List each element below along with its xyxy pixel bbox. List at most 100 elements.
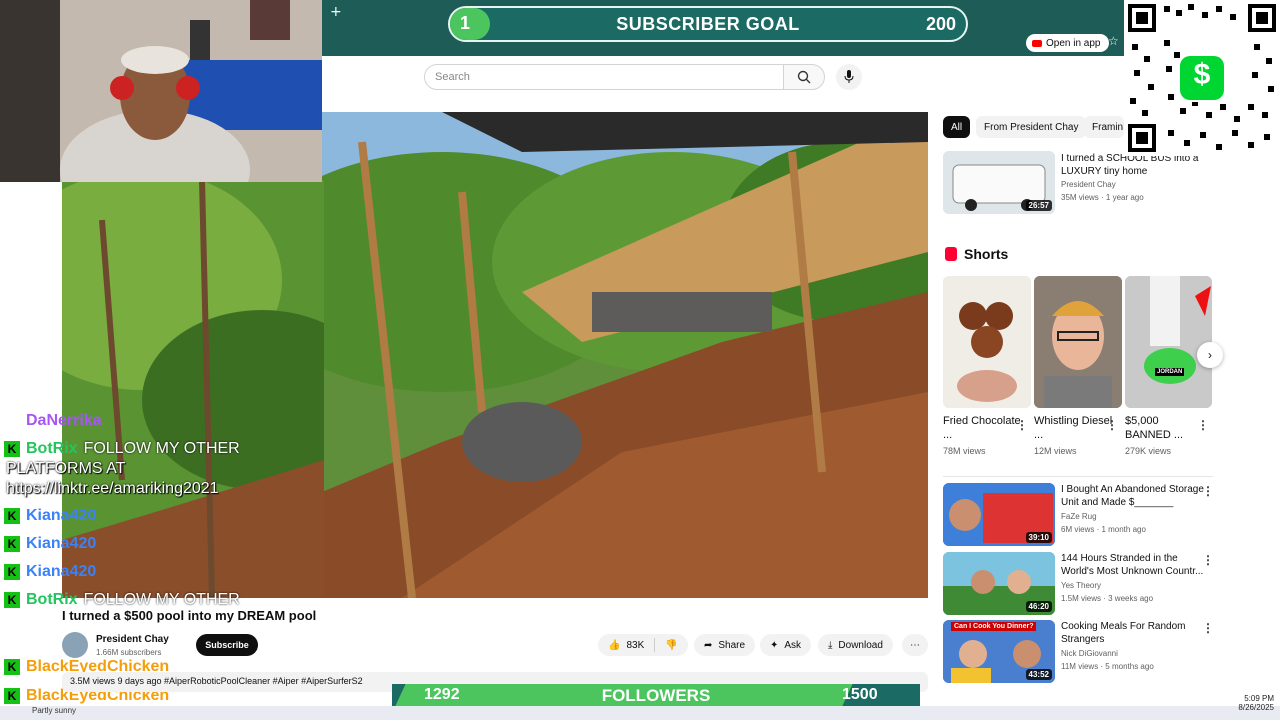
clock-date: 8/26/2025 bbox=[1238, 703, 1274, 712]
more-vert-icon[interactable]: ⋮ bbox=[1202, 484, 1214, 498]
shorts-next-button[interactable]: › bbox=[1197, 342, 1223, 368]
download-label: Download bbox=[838, 639, 883, 651]
download-button[interactable]: ⤓ Download bbox=[818, 634, 893, 656]
more-vert-icon[interactable]: ⋮ bbox=[1202, 621, 1214, 635]
short-title[interactable]: $5,000 BANNED ... bbox=[1125, 414, 1205, 442]
open-in-app-button[interactable]: Open in app bbox=[1026, 34, 1109, 52]
chat-message: K Kiana420 bbox=[4, 535, 96, 553]
chip-all[interactable]: All bbox=[943, 116, 971, 138]
search-button[interactable] bbox=[783, 64, 825, 90]
video-thumbnail[interactable]: 39:10 bbox=[943, 483, 1055, 546]
platform-badge-icon: K bbox=[4, 536, 20, 552]
chat-message: K BotRix FOLLOW MY OTHER bbox=[4, 440, 240, 458]
chat-message: KDaNerrika bbox=[4, 412, 102, 430]
jordan-badge: JORDAN bbox=[1155, 368, 1185, 376]
screen: + SUBSCRIBER GOAL 1 200 Open in app ☆ Se… bbox=[0, 0, 1280, 720]
followers-goal-current: 1292 bbox=[424, 686, 460, 703]
video-duration: 46:20 bbox=[1025, 601, 1052, 612]
video-player[interactable] bbox=[322, 112, 928, 598]
subscriber-goal-label: SUBSCRIBER GOAL bbox=[616, 14, 800, 34]
video-channel[interactable]: Yes Theory bbox=[1061, 581, 1101, 590]
chat-message: K BotRix FOLLOW MY OTHER bbox=[4, 591, 240, 609]
more-vert-icon[interactable]: ⋮ bbox=[1197, 418, 1209, 432]
thumbs-up-icon: 👍 bbox=[608, 639, 621, 651]
thumbs-down-icon[interactable]: 👎 bbox=[665, 640, 677, 651]
short-thumbnail[interactable] bbox=[1034, 276, 1122, 408]
chat-link[interactable]: https://linktr.ee/amariking2021 bbox=[6, 480, 219, 498]
chip-from-channel[interactable]: From President Chay bbox=[976, 116, 1087, 138]
short-thumbnail[interactable] bbox=[943, 276, 1031, 408]
cashapp-qr-code: $ bbox=[1124, 0, 1280, 156]
voice-search-button[interactable] bbox=[836, 64, 862, 90]
chat-username: Kiana420 bbox=[26, 535, 97, 552]
subscriber-count: 1.66M subscribers bbox=[96, 648, 162, 657]
download-icon: ⤓ bbox=[828, 639, 833, 651]
thumbnail-caption: Can I Cook You Dinner? bbox=[951, 622, 1037, 631]
followers-goal-target: 1500 bbox=[842, 686, 878, 703]
video-frame bbox=[322, 112, 928, 598]
streamer-webcam bbox=[0, 0, 322, 182]
youtube-icon bbox=[1032, 39, 1042, 47]
video-title-link[interactable]: I Bought An Abandoned Storage Unit and M… bbox=[1061, 483, 1209, 509]
weather-widget[interactable]: Partly sunny bbox=[32, 706, 76, 715]
video-title-link[interactable]: Cooking Meals For Random Strangers bbox=[1061, 620, 1209, 646]
short-thumbnail[interactable]: JORDAN bbox=[1125, 276, 1212, 408]
new-tab-icon[interactable]: + bbox=[330, 4, 342, 20]
share-label: Share bbox=[718, 639, 746, 651]
sneaker-short-image bbox=[1125, 276, 1212, 408]
sparkle-icon: ✦ bbox=[770, 639, 779, 651]
like-count: 83K bbox=[626, 639, 645, 651]
divider bbox=[654, 638, 656, 652]
short-views: 279K views bbox=[1125, 446, 1172, 456]
chat-username: DaNerrika bbox=[26, 412, 102, 429]
open-in-app-label: Open in app bbox=[1046, 37, 1101, 49]
mugshot-short-image bbox=[1034, 276, 1122, 408]
short-title[interactable]: Whistling Diesel ... bbox=[1034, 414, 1114, 442]
video-channel[interactable]: FaZe Rug bbox=[1061, 512, 1097, 521]
video-channel[interactable]: Nick DiGiovanni bbox=[1061, 649, 1118, 658]
more-vert-icon[interactable]: ⋮ bbox=[1106, 418, 1118, 432]
taskbar-clock[interactable]: 5:09 PM 8/26/2025 bbox=[1228, 694, 1274, 712]
ask-button[interactable]: ✦ Ask bbox=[760, 634, 812, 656]
video-channel[interactable]: President Chay bbox=[1061, 180, 1116, 189]
share-button[interactable]: ➦ Share bbox=[694, 634, 756, 656]
chat-username: BotRix bbox=[26, 440, 78, 457]
chat-message: K Kiana420 bbox=[4, 563, 96, 581]
video-thumbnail[interactable]: 26:57 bbox=[943, 151, 1055, 214]
clock-time: 5:09 PM bbox=[1244, 694, 1274, 703]
chat-username: Kiana420 bbox=[26, 507, 97, 524]
platform-badge-icon: K bbox=[4, 508, 20, 524]
chat-username: Kiana420 bbox=[26, 563, 97, 580]
chat-text: FOLLOW MY OTHER bbox=[83, 440, 240, 457]
video-thumbnail[interactable]: 46:20 bbox=[943, 552, 1055, 615]
video-thumbnail[interactable]: Can I Cook You Dinner? 43:52 bbox=[943, 620, 1055, 683]
channel-avatar[interactable] bbox=[62, 632, 88, 658]
followers-goal-label: FOLLOWERS bbox=[601, 686, 711, 705]
chocolate-short-image bbox=[943, 276, 1031, 408]
search-input[interactable]: Search bbox=[424, 64, 784, 90]
more-vert-icon[interactable]: ⋮ bbox=[1016, 418, 1028, 432]
channel-name[interactable]: President Chay bbox=[96, 634, 169, 645]
chat-text: PLATFORMS AT bbox=[6, 460, 126, 477]
video-meta: 1.5M views · 3 weeks ago bbox=[1061, 594, 1154, 603]
windows-taskbar bbox=[0, 706, 1280, 720]
more-actions-button[interactable]: ⋯ bbox=[902, 634, 928, 656]
webcam-frame bbox=[0, 0, 322, 182]
platform-badge-icon: K bbox=[4, 564, 20, 580]
subscriber-goal-current: 1 bbox=[460, 13, 471, 33]
shorts-heading: Shorts bbox=[964, 246, 1009, 262]
subscribe-button[interactable]: Subscribe bbox=[196, 634, 258, 656]
chip-framing[interactable]: Framin bbox=[1084, 116, 1124, 138]
chat-username: BotRix bbox=[26, 591, 78, 608]
bookmark-star-icon[interactable]: ☆ bbox=[1108, 34, 1119, 48]
more-vert-icon[interactable]: ⋮ bbox=[1202, 553, 1214, 567]
cashapp-dollar-icon: $ bbox=[1193, 58, 1211, 91]
video-title-link[interactable]: 144 Hours Stranded in the World's Most U… bbox=[1061, 552, 1209, 578]
short-title[interactable]: Fried Chocolate ... bbox=[943, 414, 1023, 442]
subscriber-goal-target: 200 bbox=[925, 14, 956, 34]
search-placeholder: Search bbox=[435, 71, 470, 83]
platform-badge-icon: K bbox=[4, 441, 20, 457]
like-button[interactable]: 👍 83K 👎 bbox=[598, 634, 688, 656]
chevron-right-icon: › bbox=[1208, 348, 1212, 362]
more-icon: ⋯ bbox=[910, 639, 920, 651]
